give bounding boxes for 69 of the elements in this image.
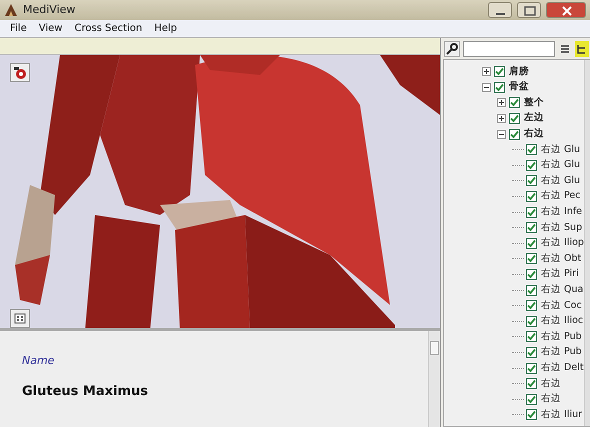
dice-icon[interactable] bbox=[10, 309, 30, 328]
app-icon bbox=[4, 3, 18, 17]
maximize-button[interactable] bbox=[517, 2, 541, 18]
minimize-button[interactable] bbox=[488, 2, 512, 18]
plus-icon[interactable] bbox=[497, 98, 506, 108]
checkbox[interactable] bbox=[509, 128, 520, 140]
search-field[interactable] bbox=[463, 40, 555, 56]
tree-item[interactable]: 右边 Piri bbox=[541, 267, 579, 282]
tree-item[interactable]: 右边 Obt bbox=[541, 252, 582, 266]
scrollbar[interactable] bbox=[428, 331, 440, 427]
checkbox[interactable] bbox=[526, 409, 537, 420]
checkbox[interactable] bbox=[526, 378, 537, 390]
checkbox[interactable] bbox=[526, 175, 537, 186]
tree-item[interactable]: 右边 Coc bbox=[541, 298, 582, 313]
checkbox[interactable] bbox=[526, 346, 537, 358]
menu-item[interactable]: Help bbox=[154, 21, 178, 36]
checkbox[interactable] bbox=[526, 206, 537, 218]
scrollbar[interactable] bbox=[584, 60, 590, 426]
tree-item[interactable]: 右边 Sup bbox=[541, 220, 582, 235]
menu-item[interactable]: View bbox=[38, 21, 62, 36]
checkbox[interactable] bbox=[526, 331, 537, 342]
checkbox[interactable] bbox=[526, 253, 537, 264]
checkbox[interactable] bbox=[526, 238, 537, 249]
checkbox[interactable] bbox=[526, 394, 537, 405]
tree-item[interactable]: 右边 Delt bbox=[541, 360, 584, 376]
tree-item[interactable]: 右边 Ilioc bbox=[541, 314, 584, 328]
tree-item[interactable]: 右边 Pub bbox=[541, 345, 582, 360]
tree-item[interactable]: 右边 Glu bbox=[541, 142, 580, 157]
search-icon[interactable] bbox=[444, 40, 460, 56]
field-label: Name bbox=[22, 353, 56, 369]
tree-item[interactable]: 左边 bbox=[524, 111, 544, 126]
tree-item[interactable]: 右边 Pub bbox=[541, 330, 582, 344]
window-title: MediView bbox=[23, 2, 76, 18]
checkbox[interactable] bbox=[526, 300, 537, 312]
checkbox[interactable] bbox=[494, 66, 505, 78]
tree-item[interactable]: 整个 bbox=[524, 96, 544, 110]
plus-icon[interactable] bbox=[497, 114, 506, 124]
muscle-name: Gluteus Maximus bbox=[22, 382, 150, 400]
tree-item[interactable]: 右边 Infe bbox=[541, 205, 582, 220]
checkbox[interactable] bbox=[526, 269, 537, 280]
checkbox[interactable] bbox=[526, 284, 537, 296]
tree-icon[interactable] bbox=[575, 40, 589, 56]
checkbox[interactable] bbox=[526, 316, 537, 327]
checkbox[interactable] bbox=[526, 191, 537, 202]
menu-item[interactable]: Cross Section bbox=[74, 21, 142, 36]
menu-item[interactable]: File bbox=[10, 21, 27, 36]
plus-icon[interactable] bbox=[482, 67, 491, 76]
checkbox[interactable] bbox=[526, 222, 537, 234]
checkbox[interactable] bbox=[509, 113, 520, 124]
close-button[interactable] bbox=[546, 2, 586, 18]
checkbox[interactable] bbox=[509, 97, 520, 108]
tree-item[interactable]: 右边 bbox=[541, 376, 561, 391]
tree-item[interactable]: 右边 Pec bbox=[541, 189, 580, 204]
minus-icon[interactable] bbox=[482, 82, 491, 92]
tree-item[interactable]: 右边 Iliur bbox=[541, 408, 582, 422]
tree-item[interactable]: 肩膀 bbox=[509, 64, 529, 79]
checkbox[interactable] bbox=[494, 82, 505, 93]
minus-icon[interactable] bbox=[497, 130, 506, 139]
tree-item[interactable]: 右边 Glu bbox=[541, 158, 580, 172]
checkbox[interactable] bbox=[526, 144, 537, 156]
tree-item[interactable]: 右边 Qua bbox=[541, 282, 584, 298]
tree-item[interactable]: 右边 Iliop bbox=[541, 236, 584, 250]
tree-item[interactable]: 右边 bbox=[541, 392, 561, 406]
checkbox[interactable] bbox=[526, 160, 537, 171]
tree-item[interactable]: 右边 Glu bbox=[541, 174, 580, 188]
tree-item[interactable]: 骨盆 bbox=[509, 80, 529, 95]
checkbox[interactable] bbox=[526, 362, 537, 374]
camera-icon[interactable] bbox=[10, 63, 30, 82]
tree-item[interactable]: 右边 bbox=[524, 127, 544, 142]
